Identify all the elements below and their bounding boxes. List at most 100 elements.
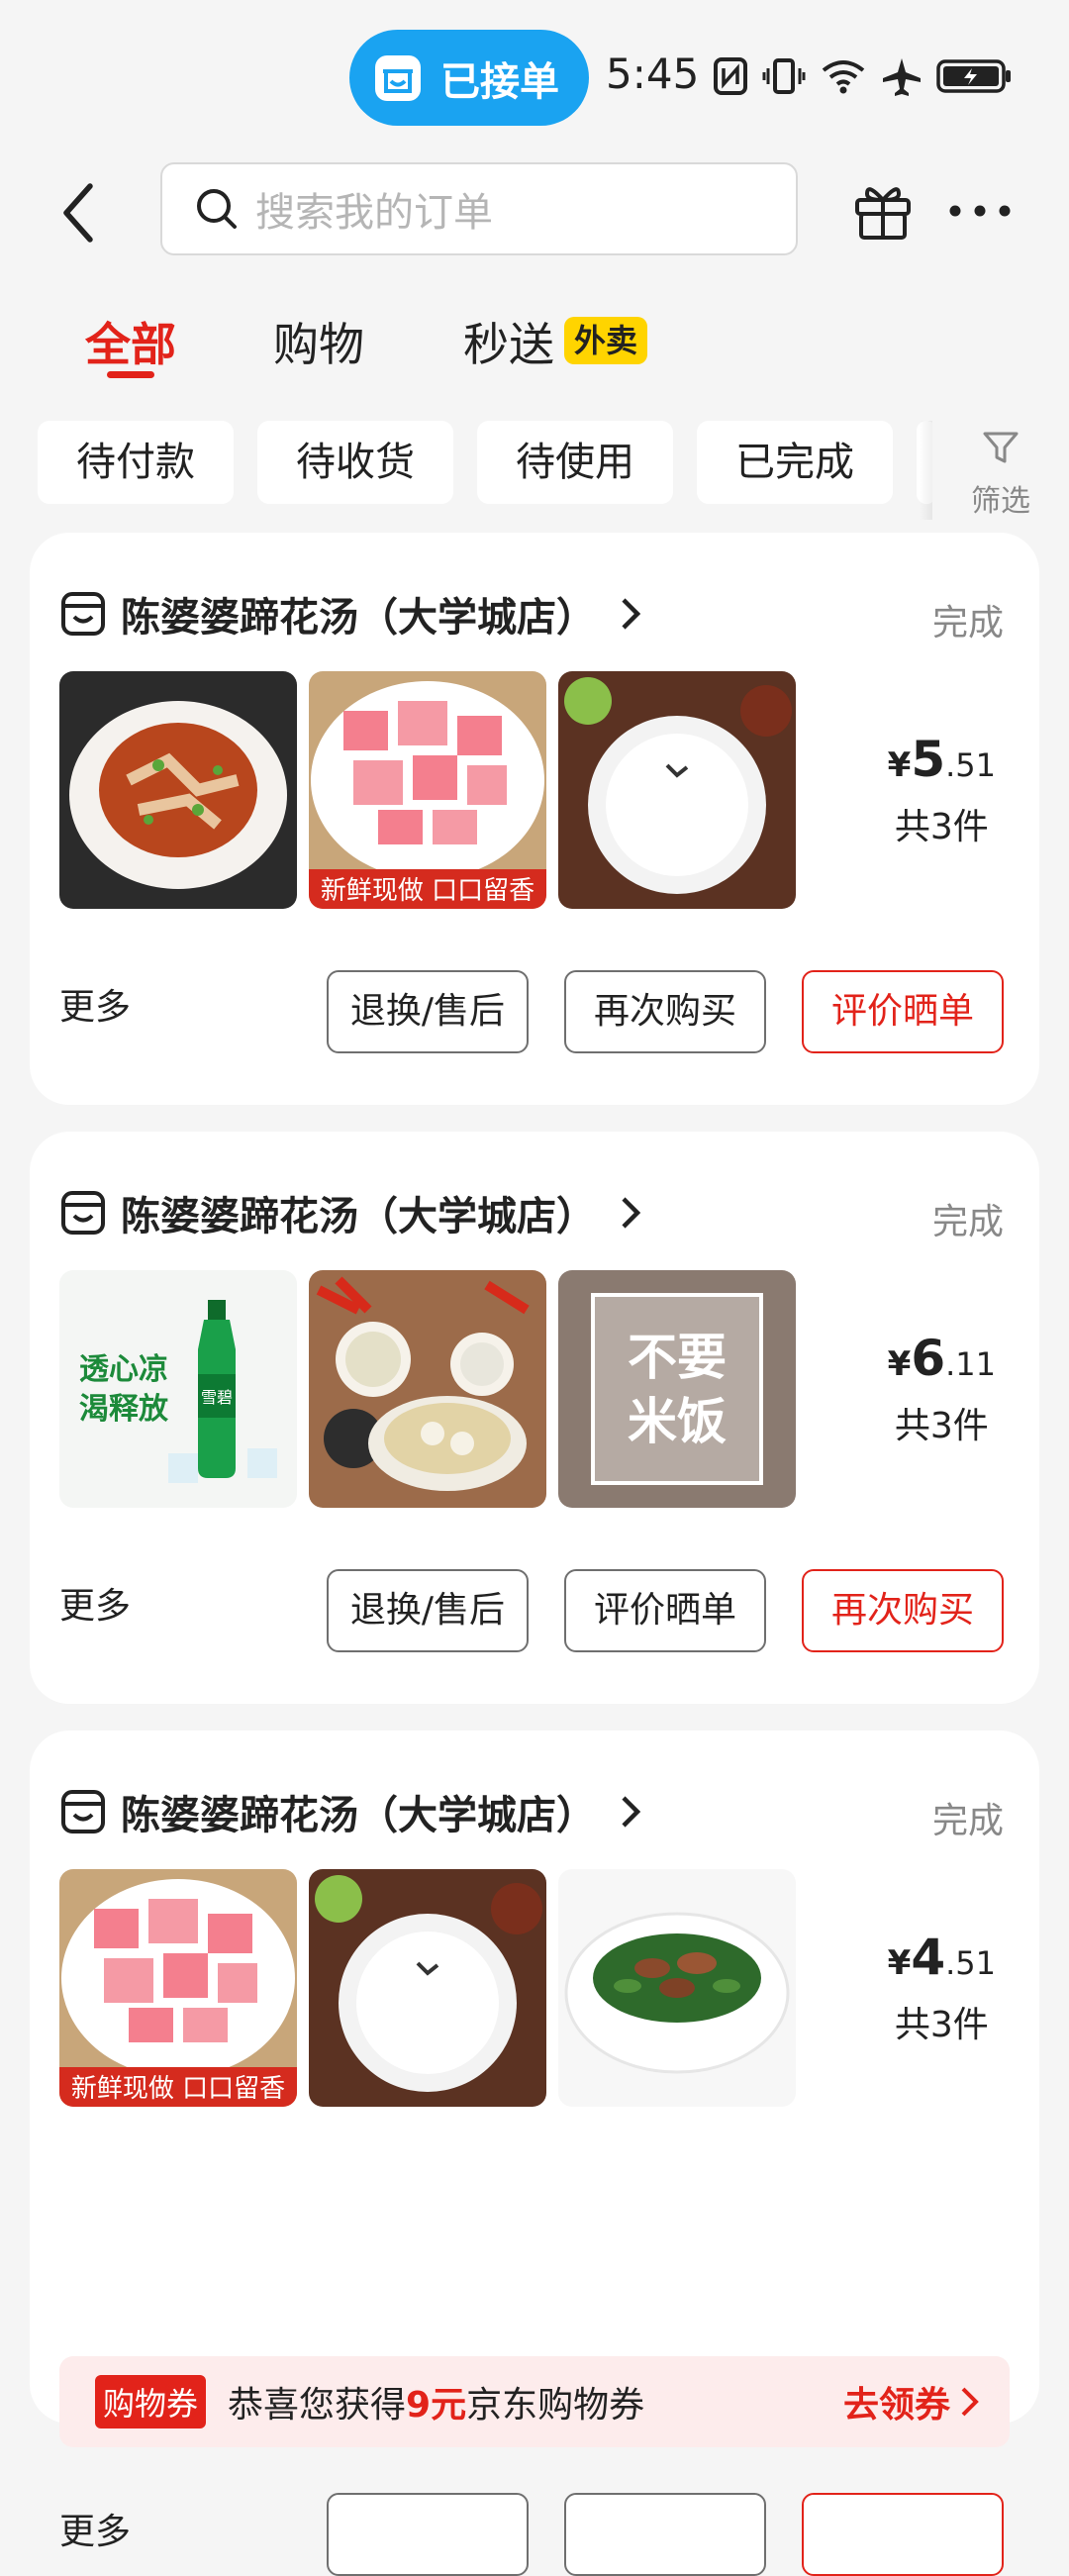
order-status: 完成: [931, 1801, 1004, 1841]
more-link[interactable]: 更多: [59, 1577, 131, 1629]
price-decimal: .11: [945, 1345, 996, 1383]
takeout-badge: 外卖: [564, 317, 648, 364]
chip-pending-receipt[interactable]: 待收货: [257, 421, 453, 504]
chevron-right-icon: [622, 1796, 641, 1828]
store-icon: [61, 592, 105, 636]
return-aftersale-button[interactable]: 退换/售后: [327, 970, 529, 1053]
pickled-radish-image: 新鲜现做 口口留香: [59, 1869, 297, 2107]
nfc-icon: [714, 57, 747, 95]
order-tabs: 全部 购物 秒送: [0, 297, 1069, 396]
coupon-tag: 购物券: [95, 2375, 207, 2428]
item-thumbnails[interactable]: 透心凉 渴释放 雪碧 不要 米饭: [59, 1270, 796, 1508]
store-name: 陈婆婆蹄花汤（大学城店）: [121, 595, 596, 641]
price-integer: 5: [911, 731, 946, 788]
search-input[interactable]: 搜索我的订单: [160, 162, 798, 255]
action-button[interactable]: [327, 2493, 529, 2576]
stir-fry-greens-image: [558, 1869, 796, 2107]
order-card[interactable]: 陈婆婆蹄花汤（大学城店） 完成 新鲜现做 口口留香 ¥5.51 共3件 更多 退…: [30, 533, 1039, 1105]
chevron-right-icon: [961, 2387, 979, 2417]
store-name: 陈婆婆蹄花汤（大学城店）: [121, 1793, 596, 1838]
vibrate-icon: [762, 58, 806, 94]
spicy-pork-dish-image: [59, 671, 297, 909]
status-bar: 已接单 5:45: [0, 0, 1069, 149]
order-accepted-pill[interactable]: 已接单: [349, 30, 589, 126]
no-rice-text-2: 米饭: [628, 1393, 727, 1450]
tab-active-indicator: [107, 371, 154, 378]
shop-icon: [375, 54, 421, 101]
price-decimal: .51: [945, 1944, 996, 1982]
filter-funnel-icon: [983, 432, 1019, 463]
tab-instant-delivery[interactable]: 秒送: [463, 309, 554, 374]
order-status: 完成: [931, 603, 1004, 644]
filter-chips: 待付款 待收货 待使用 已完成 筛选: [0, 421, 1069, 520]
chevron-right-icon: [622, 598, 641, 630]
filter-label: 筛选: [971, 484, 1030, 519]
item-count: 共3件: [894, 807, 989, 847]
chevron-right-icon: [622, 1197, 641, 1229]
action-button[interactable]: [802, 2493, 1004, 2576]
item-thumbnails[interactable]: 新鲜现做 口口留香: [59, 1869, 796, 2107]
order-card[interactable]: 陈婆婆蹄花汤（大学城店） 完成 新鲜现做 口口留香 ¥4.51 共3件 购物券 …: [30, 1731, 1039, 2576]
currency-symbol: ¥: [887, 745, 912, 785]
currency-symbol: ¥: [887, 1344, 912, 1384]
filter-button[interactable]: 筛选: [932, 421, 1069, 520]
chip-pending-use[interactable]: 待使用: [477, 421, 673, 504]
action-button[interactable]: [564, 2493, 766, 2576]
no-rice-image: 不要 米饭: [558, 1270, 796, 1508]
store-link[interactable]: 陈婆婆蹄花汤（大学城店）: [59, 1183, 645, 1242]
coupon-banner[interactable]: 购物券 恭喜您获得9元京东购物券 去领券: [59, 2356, 1010, 2447]
sprite-slogan-1: 透心凉: [79, 1352, 168, 1387]
rice-bowl-image: [558, 671, 796, 909]
review-button[interactable]: 评价晒单: [802, 970, 1004, 1053]
order-price: ¥6.11 共3件: [888, 1330, 996, 1448]
system-icons: [713, 51, 1014, 101]
price-integer: 4: [911, 1929, 946, 1986]
rice-bowl-image: [309, 1869, 546, 2107]
airplane-icon: [883, 58, 921, 96]
coupon-amount: 9元: [406, 2385, 467, 2426]
item-thumbnails[interactable]: 新鲜现做 口口留香: [59, 671, 796, 909]
order-price: ¥5.51 共3件: [888, 731, 996, 849]
order-price: ¥4.51 共3件: [888, 1929, 996, 2047]
chip-completed[interactable]: 已完成: [697, 421, 893, 504]
order-status: 完成: [931, 1202, 1004, 1242]
chip-pending-payment[interactable]: 待付款: [38, 421, 234, 504]
sprite-bottle-image: 透心凉 渴释放 雪碧: [59, 1270, 297, 1508]
wifi-icon: [822, 60, 865, 94]
soup-set-image: [309, 1270, 546, 1508]
store-link[interactable]: 陈婆婆蹄花汤（大学城店）: [59, 584, 645, 644]
no-rice-text-1: 不要: [628, 1329, 727, 1386]
chips-divider: [919, 421, 932, 520]
buy-again-button[interactable]: 再次购买: [564, 970, 766, 1053]
store-link[interactable]: 陈婆婆蹄花汤（大学城店）: [59, 1782, 645, 1841]
fresh-made-text: 新鲜现做 口口留香: [321, 876, 534, 906]
store-name: 陈婆婆蹄花汤（大学城店）: [121, 1194, 596, 1239]
item-count: 共3件: [894, 2005, 989, 2045]
header: 搜索我的订单: [0, 149, 1069, 277]
store-icon: [61, 1191, 105, 1235]
store-icon: [61, 1790, 105, 1833]
battery-icon: [936, 59, 1011, 93]
price-decimal: .51: [945, 746, 996, 784]
item-count: 共3件: [894, 1406, 989, 1446]
gift-icon[interactable]: [851, 178, 915, 242]
more-link[interactable]: 更多: [59, 2503, 131, 2554]
pickled-radish-image: 新鲜现做 口口留香: [309, 671, 546, 909]
more-link[interactable]: 更多: [59, 978, 131, 1030]
tab-all[interactable]: 全部: [85, 309, 176, 374]
return-aftersale-button[interactable]: 退换/售后: [327, 1569, 529, 1652]
search-icon: [197, 189, 237, 229]
clock: 5:45: [606, 50, 700, 98]
order-card[interactable]: 陈婆婆蹄花汤（大学城店） 完成 透心凉 渴释放 雪碧 不要 米饭 ¥6.11 共…: [30, 1132, 1039, 1704]
claim-coupon-link[interactable]: 去领券: [843, 2376, 950, 2427]
coupon-text: 恭喜您获得9元京东购物券: [228, 2385, 645, 2426]
review-button[interactable]: 评价晒单: [564, 1569, 766, 1652]
currency-symbol: ¥: [887, 1943, 912, 1983]
fresh-made-text: 新鲜现做 口口留香: [71, 2074, 285, 2104]
sprite-slogan-2: 渴释放: [79, 1392, 169, 1427]
back-arrow-icon[interactable]: [54, 178, 114, 248]
buy-again-button[interactable]: 再次购买: [802, 1569, 1004, 1652]
more-options-icon[interactable]: [945, 186, 1015, 236]
sprite-brand: 雪碧: [201, 1388, 233, 1407]
tab-shopping[interactable]: 购物: [273, 309, 364, 374]
